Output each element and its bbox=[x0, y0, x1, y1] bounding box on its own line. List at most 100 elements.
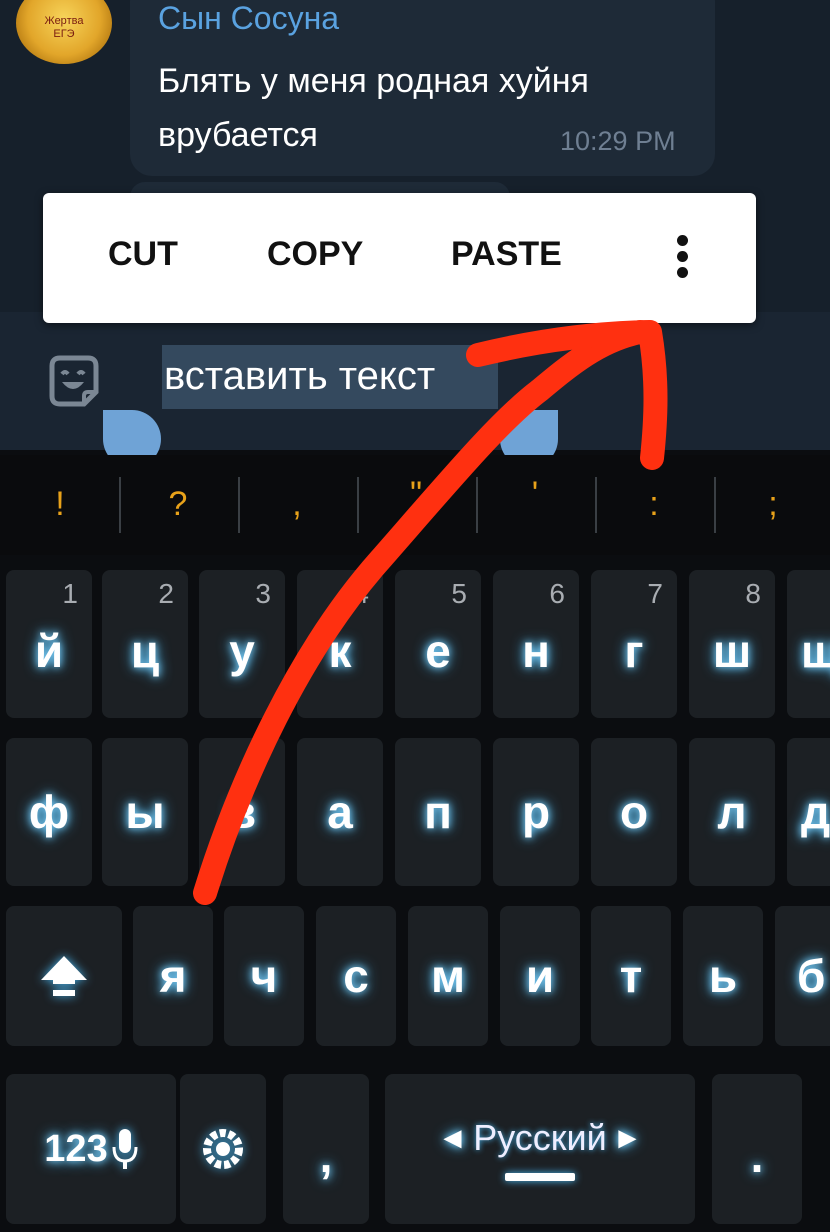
key-char: в bbox=[227, 786, 257, 838]
key-ь[interactable]: ь bbox=[683, 906, 763, 1046]
key-char: , bbox=[319, 1130, 333, 1182]
key-char: б bbox=[797, 950, 826, 1002]
divider bbox=[357, 477, 359, 533]
period-key[interactable]: . bbox=[712, 1074, 802, 1224]
key-char: ы bbox=[125, 786, 165, 838]
divider bbox=[238, 477, 240, 533]
key-char: й bbox=[34, 625, 64, 677]
key-е[interactable]: 5е bbox=[395, 570, 481, 718]
key-с[interactable]: с bbox=[316, 906, 396, 1046]
key-к[interactable]: 4к bbox=[297, 570, 383, 718]
key-char: м bbox=[430, 950, 466, 1002]
key-char: у bbox=[229, 625, 255, 677]
key-char: ч bbox=[250, 950, 278, 1002]
text-context-menu: CUT COPY PASTE bbox=[43, 193, 756, 323]
key-char: ф bbox=[28, 786, 70, 838]
more-vert-icon[interactable] bbox=[673, 235, 693, 281]
key-char: л bbox=[717, 786, 747, 838]
space-key[interactable]: ◀ Русский ▶ bbox=[385, 1074, 695, 1224]
suggestion-item[interactable]: ? bbox=[158, 485, 198, 524]
key-char: щ bbox=[801, 625, 830, 677]
key-char: и bbox=[525, 950, 555, 1002]
divider bbox=[714, 477, 716, 533]
shift-icon bbox=[41, 956, 87, 996]
key-ш[interactable]: 8ш bbox=[689, 570, 775, 718]
divider bbox=[119, 477, 121, 533]
key-hint: 8 bbox=[745, 578, 761, 609]
message-time: 10:29 PM bbox=[560, 126, 676, 156]
paste-button[interactable]: PASTE bbox=[451, 235, 562, 274]
key-char: о bbox=[619, 786, 649, 838]
key-о[interactable]: о bbox=[591, 738, 677, 886]
sender-name[interactable]: Сын Сосуна bbox=[158, 0, 339, 37]
key-char: с bbox=[343, 950, 369, 1002]
suggestion-item[interactable]: ' bbox=[515, 475, 555, 514]
key-а[interactable]: а bbox=[297, 738, 383, 886]
avatar-text-2: ЕГЭ bbox=[53, 28, 75, 40]
key-ф[interactable]: ф bbox=[6, 738, 92, 886]
key-я[interactable]: я bbox=[133, 906, 213, 1046]
settings-key[interactable] bbox=[180, 1074, 266, 1224]
key-char: а bbox=[327, 786, 353, 838]
key-hint: 5 bbox=[451, 578, 467, 609]
key-д[interactable]: д bbox=[787, 738, 830, 886]
key-щ[interactable]: щ bbox=[787, 570, 830, 718]
key-п[interactable]: п bbox=[395, 738, 481, 886]
key-и[interactable]: и bbox=[500, 906, 580, 1046]
mode-switch-key[interactable]: 123 bbox=[6, 1074, 176, 1224]
key-м[interactable]: м bbox=[408, 906, 488, 1046]
avatar[interactable]: Жертва ЕГЭ bbox=[16, 0, 112, 64]
key-hint: 4 bbox=[353, 578, 369, 609]
key-hint: 6 bbox=[549, 578, 565, 609]
key-ч[interactable]: ч bbox=[224, 906, 304, 1046]
suggestion-item[interactable]: ! bbox=[40, 485, 80, 524]
key-char: ш bbox=[712, 625, 752, 677]
key-hint: 2 bbox=[158, 578, 174, 609]
key-char: ь bbox=[708, 950, 738, 1002]
sticker-smile-icon[interactable] bbox=[44, 352, 104, 412]
suggestion-item[interactable]: " bbox=[396, 475, 436, 514]
copy-button[interactable]: COPY bbox=[267, 235, 363, 274]
key-char: г bbox=[624, 625, 644, 677]
space-bar-indicator bbox=[505, 1173, 575, 1181]
key-hint: 7 bbox=[647, 578, 663, 609]
message-input[interactable]: вставить текст bbox=[164, 354, 435, 399]
suggestion-item[interactable]: : bbox=[634, 485, 674, 524]
language-next-arrow: ▶ bbox=[618, 1125, 636, 1150]
key-л[interactable]: л bbox=[689, 738, 775, 886]
comma-key[interactable]: , bbox=[283, 1074, 369, 1224]
key-char: . bbox=[750, 1130, 764, 1182]
shift-key[interactable] bbox=[6, 906, 122, 1046]
key-ы[interactable]: ы bbox=[102, 738, 188, 886]
key-й[interactable]: 1й bbox=[6, 570, 92, 718]
mode-key-label: 123 bbox=[44, 1127, 108, 1170]
key-char: р bbox=[521, 786, 551, 838]
key-char: я bbox=[159, 950, 187, 1002]
key-у[interactable]: 3у bbox=[199, 570, 285, 718]
divider bbox=[595, 477, 597, 533]
cut-button[interactable]: CUT bbox=[108, 235, 178, 274]
key-б[interactable]: б bbox=[775, 906, 830, 1046]
key-р[interactable]: р bbox=[493, 738, 579, 886]
avatar-text-1: Жертва bbox=[44, 15, 84, 27]
key-hint: 3 bbox=[255, 578, 271, 609]
microphone-icon bbox=[112, 1129, 138, 1169]
suggestion-item[interactable]: ; bbox=[753, 485, 793, 524]
key-char: е bbox=[425, 625, 451, 677]
message-line: Блять у меня родная хуйня bbox=[158, 62, 589, 100]
key-char: н bbox=[522, 625, 550, 677]
space-key-label: Русский bbox=[473, 1117, 607, 1158]
suggestion-item[interactable]: , bbox=[277, 485, 317, 524]
key-char: д bbox=[801, 786, 830, 838]
key-г[interactable]: 7г bbox=[591, 570, 677, 718]
suggestion-strip: ! ? , " ' : ; bbox=[0, 455, 830, 555]
key-char: т bbox=[619, 950, 643, 1002]
key-в[interactable]: в bbox=[199, 738, 285, 886]
key-ц[interactable]: 2ц bbox=[102, 570, 188, 718]
key-т[interactable]: т bbox=[591, 906, 671, 1046]
divider bbox=[476, 477, 478, 533]
key-hint: 1 bbox=[62, 578, 78, 609]
key-char: к bbox=[328, 625, 352, 677]
language-prev-arrow: ◀ bbox=[444, 1125, 462, 1150]
key-н[interactable]: 6н bbox=[493, 570, 579, 718]
